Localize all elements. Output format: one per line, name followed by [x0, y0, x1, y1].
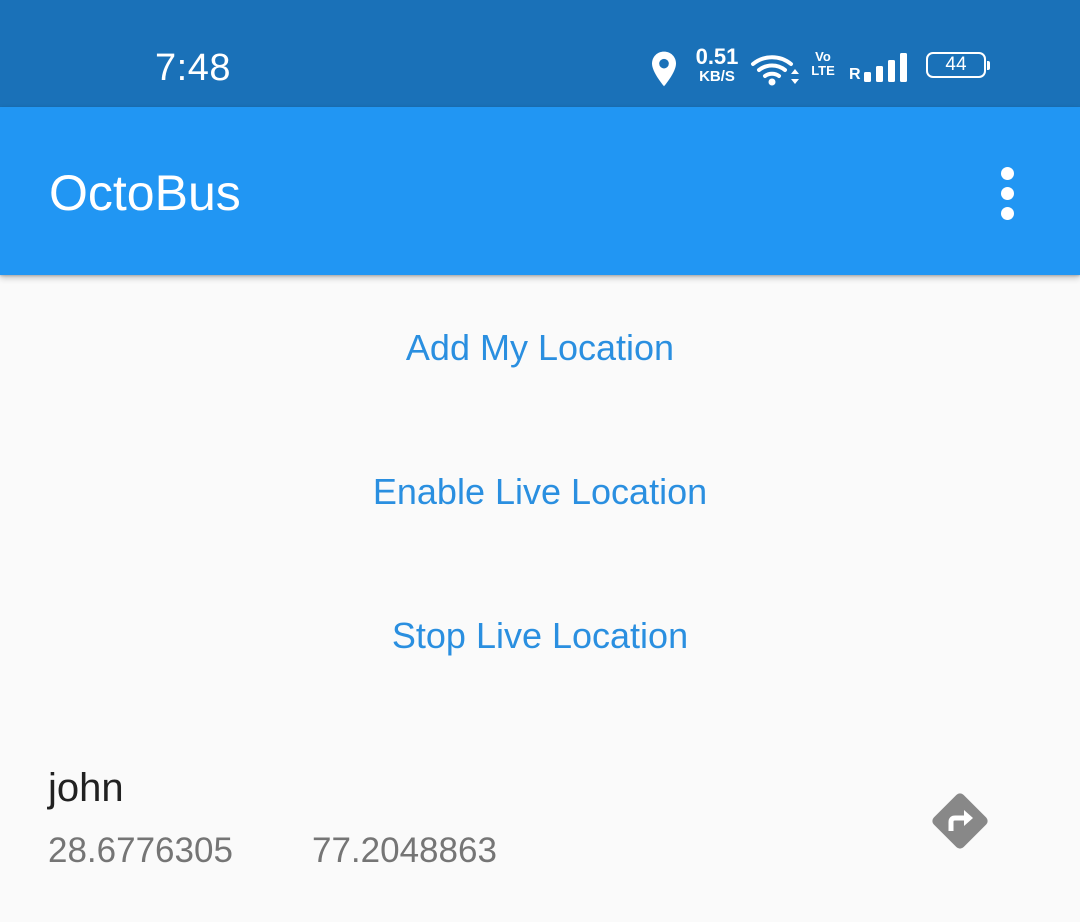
battery-icon: 44	[926, 52, 990, 78]
app-title: OctoBus	[49, 165, 241, 221]
battery-level: 44	[945, 54, 967, 75]
location-longitude: 77.2048863	[312, 831, 497, 870]
enable-live-location-button[interactable]: Enable Live Location	[0, 452, 1080, 532]
status-icons: 0.51 KB/S Vo LTE R 44	[648, 46, 998, 92]
network-speed: 0.51 KB/S	[692, 44, 742, 85]
volte-bottom: LTE	[811, 63, 835, 78]
location-latitude: 28.6776305	[48, 831, 233, 870]
more-vert-icon-dot	[1001, 187, 1014, 200]
wifi-icon	[751, 55, 799, 86]
app-bar: OctoBus	[0, 107, 1080, 275]
volte-icon: Vo LTE	[810, 50, 836, 78]
network-speed-unit: KB/S	[699, 68, 735, 85]
signal-strength-icon	[864, 53, 907, 82]
directions-button[interactable]	[920, 781, 1000, 861]
status-bar: 7:48 0.51 KB/S Vo LTE R 44	[0, 0, 1080, 107]
more-vert-icon	[1001, 167, 1014, 180]
more-vert-icon-dot	[1001, 207, 1014, 220]
roaming-indicator: R	[849, 66, 861, 83]
network-speed-value: 0.51	[695, 44, 739, 69]
status-time: 7:48	[155, 47, 231, 89]
location-pin-icon	[652, 51, 676, 87]
add-my-location-button[interactable]: Add My Location	[0, 308, 1080, 388]
directions-icon	[932, 793, 988, 849]
overflow-menu-button[interactable]	[984, 159, 1032, 229]
location-list-item[interactable]: john 28.6776305 77.2048863	[0, 745, 1080, 895]
volte-top: Vo	[815, 49, 831, 64]
location-user-name: john	[48, 766, 124, 810]
stop-live-location-button[interactable]: Stop Live Location	[0, 596, 1080, 676]
